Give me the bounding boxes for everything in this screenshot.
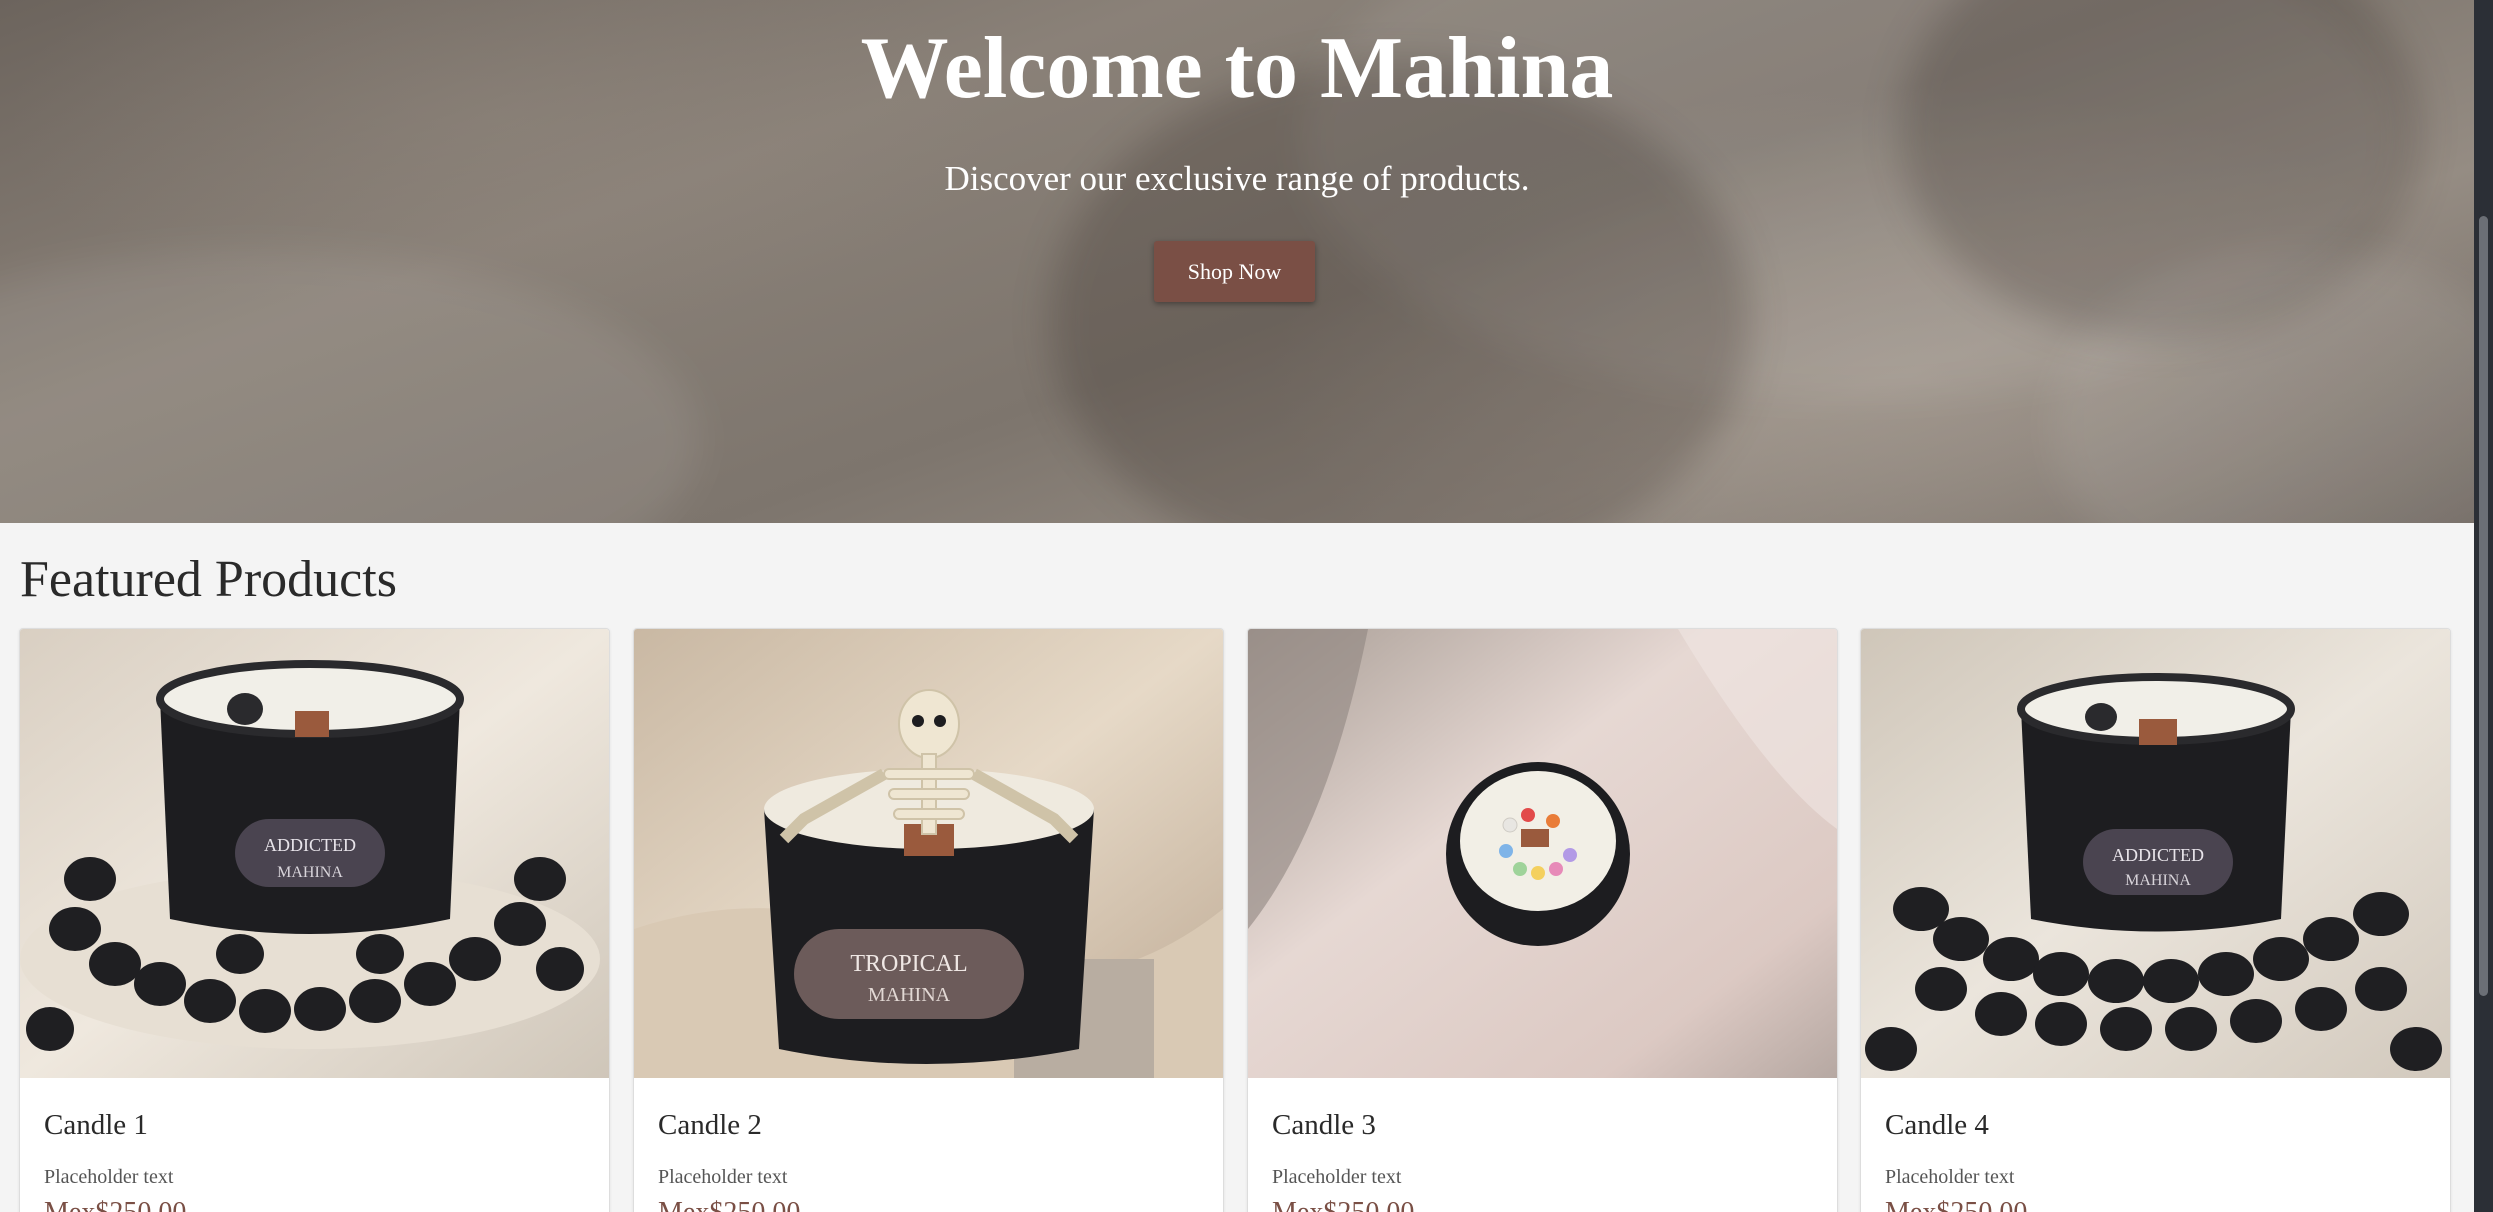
candle-photo	[1248, 629, 1837, 1078]
product-card[interactable]: ADDICTED MAHINA Candle 1 Placeholder tex…	[19, 628, 610, 1212]
candle-label-text: ADDICTED	[2112, 845, 2204, 865]
product-description: Placeholder text	[44, 1166, 174, 1188]
product-card[interactable]: ADDICTED MAHINA Candle 4 Placeholder tex…	[1860, 628, 2451, 1212]
candle-photo: ADDICTED MAHINA	[1861, 629, 2450, 1078]
candle-label-text: TROPICAL	[850, 951, 967, 977]
candle-label-brand: MAHINA	[277, 864, 343, 881]
product-image[interactable]: TROPICAL MAHINA	[634, 629, 1223, 1078]
page-scrollbar[interactable]	[2474, 0, 2493, 1212]
shop-now-button[interactable]: Shop Now	[1154, 241, 1315, 302]
featured-products-heading: Featured Products	[20, 551, 397, 608]
hero-banner: Welcome to Mahina Discover our exclusive…	[0, 0, 2474, 523]
page: Welcome to Mahina Discover our exclusive…	[0, 0, 2493, 1212]
candle-photo: TROPICAL MAHINA	[634, 629, 1223, 1078]
fabric-highlight	[0, 250, 700, 523]
product-image[interactable]: ADDICTED MAHINA	[20, 629, 609, 1078]
product-description: Placeholder text	[658, 1166, 788, 1188]
hero-title: Welcome to Mahina	[860, 20, 1614, 117]
product-price: Mex$250.00	[658, 1195, 800, 1212]
scrollbar-thumb[interactable]	[2479, 216, 2488, 996]
product-name[interactable]: Candle 3	[1272, 1107, 1376, 1143]
product-image[interactable]: ADDICTED MAHINA	[1861, 629, 2450, 1078]
product-card[interactable]: Candle 3 Placeholder text Mex$250.00	[1247, 628, 1838, 1212]
product-price: Mex$250.00	[1272, 1195, 1414, 1212]
product-card[interactable]: TROPICAL MAHINA Candle 2 Placeholder tex…	[633, 628, 1224, 1212]
candle-label-brand: MAHINA	[2125, 872, 2191, 889]
product-description: Placeholder text	[1885, 1166, 2015, 1188]
product-image[interactable]	[1248, 629, 1837, 1078]
product-description: Placeholder text	[1272, 1166, 1402, 1188]
product-name[interactable]: Candle 4	[1885, 1107, 1989, 1143]
candle-photo: ADDICTED MAHINA	[20, 629, 609, 1078]
product-price: Mex$250.00	[44, 1195, 186, 1212]
product-name[interactable]: Candle 2	[658, 1107, 762, 1143]
candle-label-text: ADDICTED	[264, 835, 356, 855]
candle-label-brand: MAHINA	[868, 984, 951, 1006]
product-name[interactable]: Candle 1	[44, 1107, 148, 1143]
hero-subtitle: Discover our exclusive range of products…	[944, 159, 1530, 198]
product-price: Mex$250.00	[1885, 1195, 2027, 1212]
